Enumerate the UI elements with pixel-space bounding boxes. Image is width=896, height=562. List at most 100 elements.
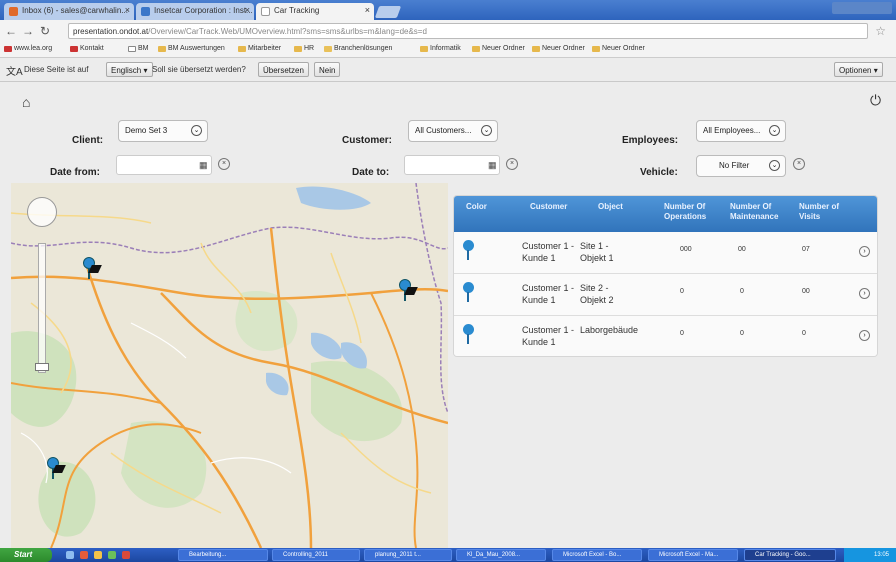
- date-to-label: Date to:: [352, 167, 390, 178]
- map-zoom-slider[interactable]: [38, 243, 46, 373]
- close-icon[interactable]: ×: [125, 5, 130, 15]
- chevron-down-icon: ⌄: [481, 125, 492, 136]
- taskbar-window-active[interactable]: Car Tracking - Goo...: [744, 549, 836, 561]
- bookmark-folder[interactable]: Mitarbeiter: [238, 45, 281, 52]
- row-action-button[interactable]: ›: [859, 330, 870, 341]
- client-value: Demo Set 3: [125, 126, 168, 135]
- bookmark-item[interactable]: BM: [128, 45, 149, 52]
- browser-tab-car-tracking[interactable]: Car Tracking ×: [256, 3, 374, 20]
- taskbar-window[interactable]: Kl_Da_Mau_2008...: [456, 549, 546, 561]
- date-from-input[interactable]: [116, 155, 212, 175]
- quicklaunch-icon[interactable]: [80, 551, 88, 559]
- translate-options-button[interactable]: Optionen ▾: [834, 62, 883, 77]
- vehicle-value: No Filter: [719, 161, 750, 170]
- cell-object: Site 1 - Objekt 1: [580, 241, 614, 263]
- customer-select[interactable]: All Customers... ⌄: [408, 120, 498, 142]
- map-marker-pin[interactable]: [399, 279, 418, 301]
- calendar-icon[interactable]: ▦: [199, 160, 208, 171]
- url-input[interactable]: presentation.ondot.at/Overview/CarTrack.…: [68, 23, 868, 39]
- logout-icon[interactable]: ⏻: [870, 92, 881, 109]
- client-label: Client:: [72, 135, 104, 146]
- taskbar-window[interactable]: Microsoft Excel - Bo...: [552, 549, 642, 561]
- marker-color-icon: [463, 240, 474, 260]
- cell-object: Site 2 - Objekt 2: [580, 283, 614, 305]
- no-translate-button[interactable]: Nein: [314, 62, 341, 77]
- forward-icon[interactable]: →: [22, 24, 34, 38]
- taskbar-window[interactable]: Bearbeitung...: [178, 549, 268, 561]
- chevron-down-icon: ⌄: [191, 125, 202, 136]
- table-row[interactable]: Customer 1 - Kunde 1 Laborgebäude 0 0 0 …: [454, 316, 877, 356]
- vehicle-select[interactable]: No Filter ⌄: [696, 155, 786, 177]
- taskbar-window[interactable]: Microsoft Excel - Ma...: [648, 549, 738, 561]
- bookmark-item[interactable]: www.lea.org: [4, 45, 52, 52]
- home-icon[interactable]: ⌂: [22, 94, 30, 110]
- quicklaunch-icon[interactable]: [66, 551, 74, 559]
- date-from-label: Date from:: [50, 167, 101, 178]
- browser-tab-2[interactable]: Insetcar Corporation : Inst... ×: [136, 3, 254, 20]
- date-to-input[interactable]: [404, 155, 500, 175]
- map-zoom-handle[interactable]: [35, 363, 49, 371]
- marker-color-icon: [463, 324, 474, 344]
- folder-icon: [472, 46, 480, 52]
- taskbar-window[interactable]: planung_2011 t...: [364, 549, 452, 561]
- reload-icon[interactable]: ↻: [40, 24, 50, 38]
- translate-button[interactable]: Übersetzen: [258, 62, 309, 77]
- cell-operations: 0: [680, 288, 684, 295]
- calendar-icon[interactable]: ▦: [488, 160, 497, 171]
- folder-icon: [238, 46, 246, 52]
- clear-date-to-button[interactable]: ×: [506, 158, 518, 170]
- table-row[interactable]: Customer 1 - Kunde 1 Site 2 - Objekt 2 0…: [454, 274, 877, 316]
- quicklaunch-icon[interactable]: [94, 551, 102, 559]
- results-table: Color Customer Object Number Of Operatio…: [453, 195, 878, 357]
- cell-customer: Customer 1 - Kunde 1: [522, 325, 575, 347]
- language-select[interactable]: Englisch ▾: [106, 62, 153, 77]
- cell-maintenance: 0: [740, 330, 744, 337]
- bookmark-folder[interactable]: Neuer Ordner: [592, 45, 645, 52]
- close-icon[interactable]: ×: [245, 5, 250, 15]
- taskbar-window[interactable]: Controlling_2011: [272, 549, 360, 561]
- bookmark-folder[interactable]: HR: [294, 45, 314, 52]
- folder-icon: [532, 46, 540, 52]
- bookmark-star-icon[interactable]: ☆: [875, 24, 886, 38]
- bookmark-folder[interactable]: Informatik: [420, 45, 461, 52]
- browser-tab-1[interactable]: Inbox (6) - sales@carwhalin... ×: [4, 3, 134, 20]
- clear-vehicle-button[interactable]: ×: [793, 158, 805, 170]
- row-action-button[interactable]: ›: [859, 246, 870, 257]
- folder-icon: [158, 46, 166, 52]
- bookmark-item[interactable]: Branchenlösungen: [324, 45, 392, 52]
- site-icon: [70, 46, 78, 52]
- bookmark-item[interactable]: Kontakt: [70, 45, 104, 52]
- client-select[interactable]: Demo Set 3 ⌄: [118, 120, 208, 142]
- browser-tab-strip: Inbox (6) - sales@carwhalin... × Insetca…: [0, 0, 896, 20]
- map-marker-pin[interactable]: [47, 457, 66, 479]
- bookmark-folder[interactable]: Neuer Ordner: [532, 45, 585, 52]
- bookmark-folder[interactable]: Neuer Ordner: [472, 45, 525, 52]
- clear-date-from-button[interactable]: ×: [218, 158, 230, 170]
- cell-customer: Customer 1 - Kunde 1: [522, 241, 575, 263]
- start-button[interactable]: Start: [0, 548, 52, 562]
- header-operations: Number Of Operations: [664, 202, 707, 221]
- employees-select[interactable]: All Employees... ⌄: [696, 120, 786, 142]
- header-visits: Number of Visits: [799, 202, 839, 221]
- table-row[interactable]: Customer 1 - Kunde 1 Site 1 - Objekt 1 0…: [454, 232, 877, 274]
- close-icon[interactable]: ×: [365, 5, 370, 15]
- header-object: Object: [598, 202, 623, 211]
- folder-icon: [592, 46, 600, 52]
- map-view[interactable]: [11, 183, 448, 548]
- employees-label: Employees:: [622, 135, 679, 146]
- quicklaunch-icon[interactable]: [122, 551, 130, 559]
- map-pan-control[interactable]: [27, 197, 57, 227]
- back-icon[interactable]: ←: [5, 24, 17, 38]
- window-controls[interactable]: [832, 2, 892, 14]
- cell-maintenance: 0: [740, 288, 744, 295]
- chevron-down-icon: ⌄: [769, 125, 780, 136]
- row-action-button[interactable]: ›: [859, 288, 870, 299]
- quicklaunch-icon[interactable]: [108, 551, 116, 559]
- system-tray[interactable]: 13:05: [844, 548, 896, 562]
- marker-color-icon: [463, 282, 474, 302]
- new-tab-button[interactable]: [374, 6, 402, 18]
- map-marker-pin[interactable]: [83, 257, 102, 279]
- customer-value: All Customers...: [415, 126, 472, 135]
- bookmark-folder[interactable]: BM Auswertungen: [158, 45, 225, 52]
- cell-visits: 0: [802, 330, 806, 337]
